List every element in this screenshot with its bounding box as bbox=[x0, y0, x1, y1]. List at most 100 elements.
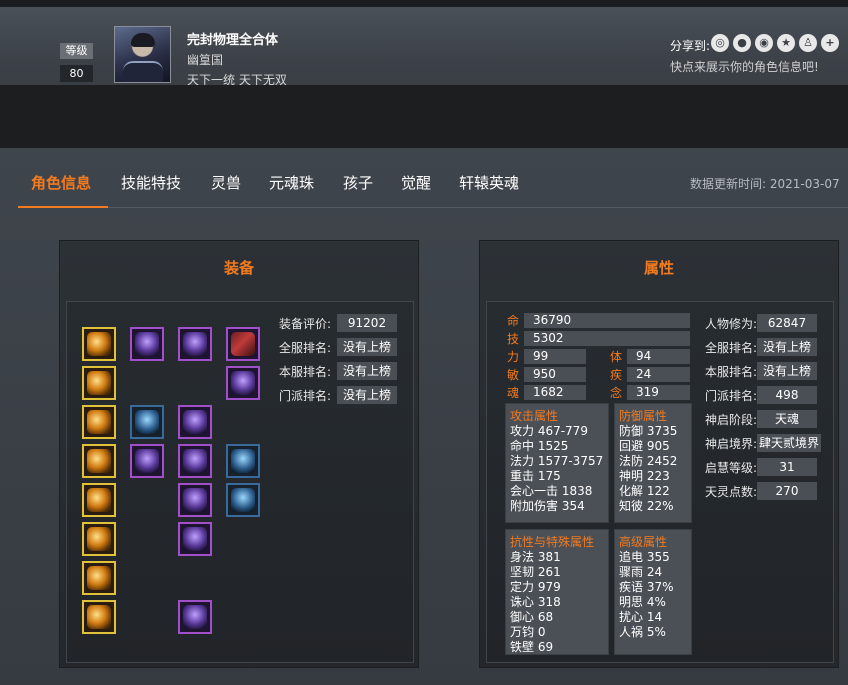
mind-label: 念 bbox=[610, 386, 623, 400]
equip-slot-legs[interactable] bbox=[178, 522, 212, 556]
share-label: 分享到: bbox=[670, 39, 711, 53]
qzone-icon[interactable]: ● bbox=[733, 34, 751, 52]
tab-soul-orbs[interactable]: 元魂珠 bbox=[269, 172, 314, 193]
update-time: 数据更新时间: 2021-03-07 bbox=[690, 177, 840, 191]
attr-server-rank-label: 全服排名: bbox=[705, 341, 758, 355]
equip-slot-helm[interactable] bbox=[178, 327, 212, 361]
cultivation-value: 62847 bbox=[757, 314, 817, 332]
dex-value: 24 bbox=[627, 367, 690, 382]
tab-children[interactable]: 孩子 bbox=[343, 172, 373, 193]
str-label: 力 bbox=[507, 350, 520, 364]
equip-slot-shoulder[interactable] bbox=[178, 483, 212, 517]
con-label: 体 bbox=[610, 350, 623, 364]
tab-character-info[interactable]: 角色信息 bbox=[31, 172, 91, 193]
equip-slot-ring-1[interactable] bbox=[82, 483, 116, 517]
equip-slot-chest[interactable] bbox=[178, 444, 212, 478]
equip-score: 91202 bbox=[337, 314, 397, 332]
attr-sect-rank: 498 bbox=[757, 386, 817, 404]
equip-slot-glove-2[interactable] bbox=[82, 366, 116, 400]
advanced-attributes: 高级属性 追电 355 骤雨 24 疾语 37% 明思 4% 扰心 14 人祸 … bbox=[614, 529, 692, 655]
people-icon[interactable]: ♙ bbox=[799, 34, 817, 52]
equip-slot-belt[interactable] bbox=[82, 561, 116, 595]
attr-local-rank-label: 本服排名: bbox=[705, 365, 758, 379]
dex-label: 疾 bbox=[610, 368, 623, 382]
equip-slot-wing[interactable] bbox=[130, 405, 164, 439]
star-icon[interactable]: ★ bbox=[777, 34, 795, 52]
wechat-icon[interactable]: ◎ bbox=[711, 34, 729, 52]
skill-label: 技 bbox=[507, 332, 520, 346]
character-avatar bbox=[114, 26, 171, 83]
equip-server-rank-label: 全服排名: bbox=[279, 341, 332, 355]
level-value: 80 bbox=[60, 65, 93, 82]
realm-label: 神启境界: bbox=[705, 437, 758, 451]
life-value: 36790 bbox=[524, 313, 690, 328]
attack-row: 附加伤害 354 bbox=[510, 499, 585, 513]
realm-stage: 天魂 bbox=[757, 410, 817, 428]
equip-slot-gem[interactable] bbox=[226, 483, 260, 517]
equip-slot-blade[interactable] bbox=[226, 444, 260, 478]
str-value: 99 bbox=[524, 349, 586, 364]
equip-slot-armor[interactable] bbox=[178, 405, 212, 439]
character-name: 完封物理全合体 bbox=[187, 33, 279, 48]
equipment-panel: 装备 装备评价: 91202 全服排名: 没有上榜 本服排名: 没有上榜 门派排… bbox=[59, 240, 419, 668]
character-server: 幽篁国 bbox=[187, 53, 224, 67]
equipment-title: 装备 bbox=[223, 259, 254, 277]
equip-slot-bracer-1[interactable] bbox=[82, 405, 116, 439]
attr-server-rank: 没有上榜 bbox=[757, 338, 817, 356]
equip-score-label: 装备评价: bbox=[279, 317, 332, 331]
life-label: 命 bbox=[507, 314, 520, 328]
wisdom-value: 31 bbox=[757, 458, 817, 476]
header-band bbox=[0, 85, 848, 148]
equip-slot-weapon[interactable] bbox=[130, 444, 164, 478]
equipment-grid: 装备评价: 91202 全服排名: 没有上榜 本服排名: 没有上榜 门派排名: … bbox=[66, 301, 414, 663]
resist-row: 铁壁 69 bbox=[510, 640, 554, 654]
equip-slot-boots[interactable] bbox=[178, 600, 212, 634]
soul-label: 魂 bbox=[507, 386, 520, 400]
realm-stage-label: 神启阶段: bbox=[705, 413, 758, 427]
realm-value: 肆天贰境界 bbox=[757, 434, 821, 452]
equip-server-rank: 没有上榜 bbox=[337, 338, 397, 356]
profile-header: 等级 80 完封物理全合体 幽篁国 天下一统 天下无双 分享到: ◎ ● ◉ ★… bbox=[0, 0, 848, 87]
tab-pets[interactable]: 灵兽 bbox=[211, 172, 241, 193]
spirit-label: 天灵点数: bbox=[705, 485, 758, 499]
tab-awakening[interactable]: 觉醒 bbox=[401, 172, 431, 193]
cultivation-label: 人物修为: bbox=[705, 317, 758, 331]
skill-value: 5302 bbox=[524, 331, 690, 346]
wisdom-label: 启慧等级: bbox=[705, 461, 758, 475]
level-label: 等级 bbox=[60, 43, 93, 59]
soul-value: 1682 bbox=[524, 385, 586, 400]
attack-attributes: 攻击属性 攻力 467-779 命中 1525 法力 1577-3757 重击 … bbox=[505, 403, 609, 523]
advanced-row: 人祸 5% bbox=[619, 625, 666, 639]
attr-local-rank: 没有上榜 bbox=[757, 362, 817, 380]
spirit-value: 270 bbox=[757, 482, 817, 500]
plus-icon[interactable]: + bbox=[821, 34, 839, 52]
tab-skills[interactable]: 技能特技 bbox=[121, 172, 181, 193]
equip-slot-ring-2[interactable] bbox=[82, 522, 116, 556]
defense-attributes: 防御属性 防御 3735 回避 905 法防 2452 神明 223 化解 12… bbox=[614, 403, 692, 523]
weibo-icon[interactable]: ◉ bbox=[755, 34, 773, 52]
equip-slot-mount[interactable] bbox=[226, 366, 260, 400]
equip-sect-rank: 没有上榜 bbox=[337, 386, 397, 404]
con-value: 94 bbox=[627, 349, 690, 364]
equip-slot-glove-1[interactable] bbox=[82, 327, 116, 361]
equip-slot-orb[interactable] bbox=[130, 327, 164, 361]
resist-attributes: 抗性与特殊属性 身法 381 坚韧 261 定力 979 诛心 318 御心 6… bbox=[505, 529, 609, 655]
attributes-grid: 命 36790 技 5302 力 99 体 94 敏 950 疾 24 魂 16… bbox=[486, 301, 834, 663]
equip-slot-amulet[interactable] bbox=[82, 600, 116, 634]
active-tab-indicator bbox=[18, 206, 108, 208]
equip-local-rank-label: 本服排名: bbox=[279, 365, 332, 379]
share-hint: 快点来展示你的角色信息吧! bbox=[670, 60, 819, 74]
equip-local-rank: 没有上榜 bbox=[337, 362, 397, 380]
equip-sect-rank-label: 门派排名: bbox=[279, 389, 332, 403]
equip-slot-bracer-2[interactable] bbox=[82, 444, 116, 478]
tab-xuanyuan-heroes[interactable]: 轩辕英魂 bbox=[459, 172, 519, 193]
defense-row: 知彼 22% bbox=[619, 499, 674, 513]
attr-sect-rank-label: 门派排名: bbox=[705, 389, 758, 403]
attributes-title: 属性 bbox=[643, 259, 674, 277]
agi-label: 敏 bbox=[507, 368, 520, 382]
agi-value: 950 bbox=[524, 367, 586, 382]
mind-value: 319 bbox=[627, 385, 690, 400]
equip-slot-talisman[interactable] bbox=[226, 327, 260, 361]
share-icons: ◎ ● ◉ ★ ♙ + bbox=[711, 34, 839, 52]
attributes-panel: 属性 命 36790 技 5302 力 99 体 94 敏 950 疾 24 魂… bbox=[479, 240, 839, 668]
